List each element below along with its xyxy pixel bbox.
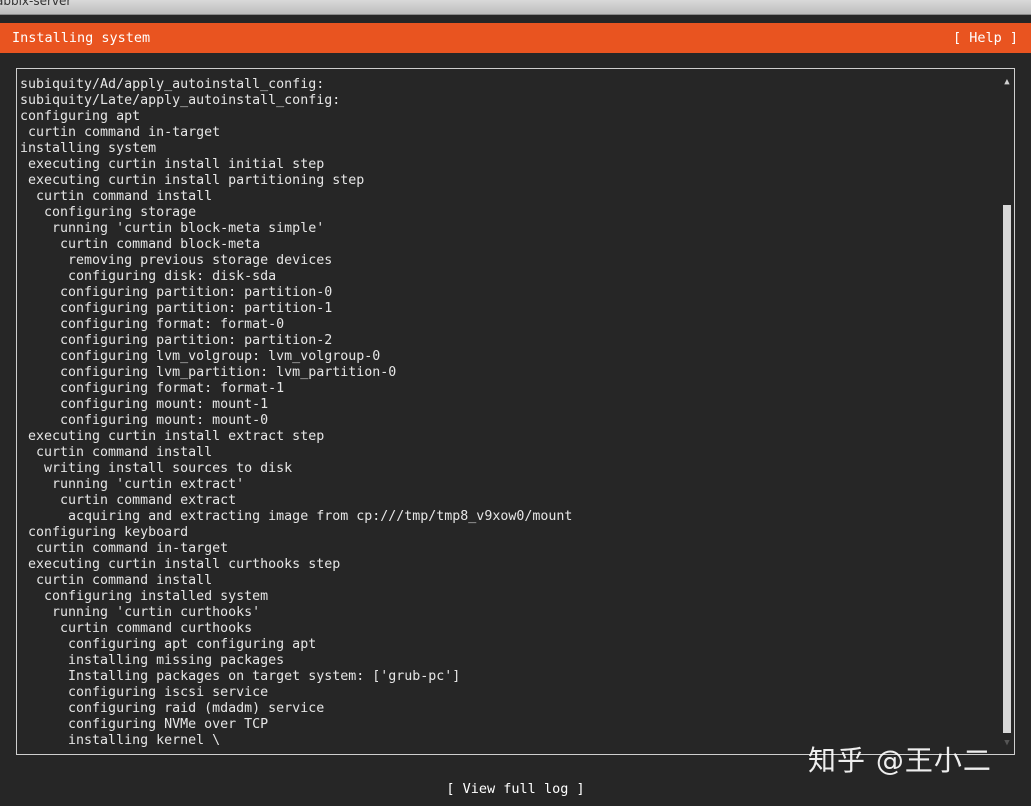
page-title: Installing system xyxy=(12,30,151,46)
install-log-panel: subiquity/Ad/apply_autoinstall_config: su… xyxy=(16,68,1015,755)
log-line: subiquity/Ad/apply_autoinstall_config: xyxy=(20,77,325,92)
log-line: writing install sources to disk xyxy=(20,461,293,476)
log-line: executing curtin install extract step xyxy=(20,429,325,444)
log-line: configuring lvm_volgroup: lvm_volgroup-0 xyxy=(20,349,381,364)
view-full-log-button[interactable]: [ View full log ] xyxy=(0,779,1031,799)
log-line: curtin command in-target xyxy=(20,125,221,140)
log-line: installing system xyxy=(20,141,157,156)
log-line: configuring disk: disk-sda xyxy=(20,269,277,284)
log-line: configuring NVMe over TCP xyxy=(20,717,269,732)
log-line: running 'curtin block-meta simple' xyxy=(20,221,325,236)
watermark: 知乎 @王小二 xyxy=(808,744,992,777)
log-line: executing curtin install partitioning st… xyxy=(20,173,365,188)
log-line: configuring partition: partition-0 xyxy=(20,285,333,300)
window-title: abbix-server xyxy=(0,0,72,8)
log-line: removing previous storage devices xyxy=(20,253,333,268)
log-line: configuring iscsi service xyxy=(20,685,269,700)
log-line: acquiring and extracting image from cp:/… xyxy=(20,509,573,524)
log-line: configuring storage xyxy=(20,205,197,220)
log-line: curtin command in-target xyxy=(20,541,229,556)
log-line: Installing packages on target system: ['… xyxy=(20,669,461,684)
log-line: configuring apt xyxy=(20,109,141,124)
log-line: configuring partition: partition-1 xyxy=(20,301,333,316)
window-titlebar: abbix-server xyxy=(0,0,1031,15)
log-scrollbar[interactable]: ▲ ▼ xyxy=(1002,75,1012,748)
scroll-down-arrow-icon[interactable]: ▼ xyxy=(1002,738,1012,748)
log-line: executing curtin install curthooks step xyxy=(20,557,341,572)
log-line: configuring lvm_partition: lvm_partition… xyxy=(20,365,397,380)
log-line: curtin command block-meta xyxy=(20,237,261,252)
scroll-up-arrow-icon[interactable]: ▲ xyxy=(1002,77,1012,87)
log-line: configuring partition: partition-2 xyxy=(20,333,333,348)
log-line: configuring mount: mount-1 xyxy=(20,397,269,412)
log-line: installing kernel \ xyxy=(20,733,221,748)
log-line: curtin command install xyxy=(20,573,213,588)
log-line: executing curtin install initial step xyxy=(20,157,325,172)
installer-terminal: Installing system [ Help ] subiquity/Ad/… xyxy=(0,15,1031,806)
help-button[interactable]: [ Help ] xyxy=(953,23,1018,53)
log-line: configuring installed system xyxy=(20,589,269,604)
log-line: curtin command install xyxy=(20,189,213,204)
log-line: running 'curtin extract' xyxy=(20,477,245,492)
installer-header: Installing system [ Help ] xyxy=(0,23,1031,53)
log-line: configuring format: format-1 xyxy=(20,381,285,396)
log-line: curtin command curthooks xyxy=(20,621,253,636)
log-line: configuring apt configuring apt xyxy=(20,637,317,652)
log-line: configuring mount: mount-0 xyxy=(20,413,269,428)
log-line: configuring keyboard xyxy=(20,525,189,540)
log-line: configuring raid (mdadm) service xyxy=(20,701,325,716)
log-line: configuring format: format-0 xyxy=(20,317,285,332)
install-log-list: subiquity/Ad/apply_autoinstall_config: su… xyxy=(20,77,572,749)
log-line: installing missing packages xyxy=(20,653,285,668)
log-line: subiquity/Late/apply_autoinstall_config: xyxy=(20,93,341,108)
log-line: curtin command extract xyxy=(20,493,237,508)
log-line: curtin command install xyxy=(20,445,213,460)
scroll-thumb[interactable] xyxy=(1003,205,1011,733)
log-line: running 'curtin curthooks' xyxy=(20,605,261,620)
